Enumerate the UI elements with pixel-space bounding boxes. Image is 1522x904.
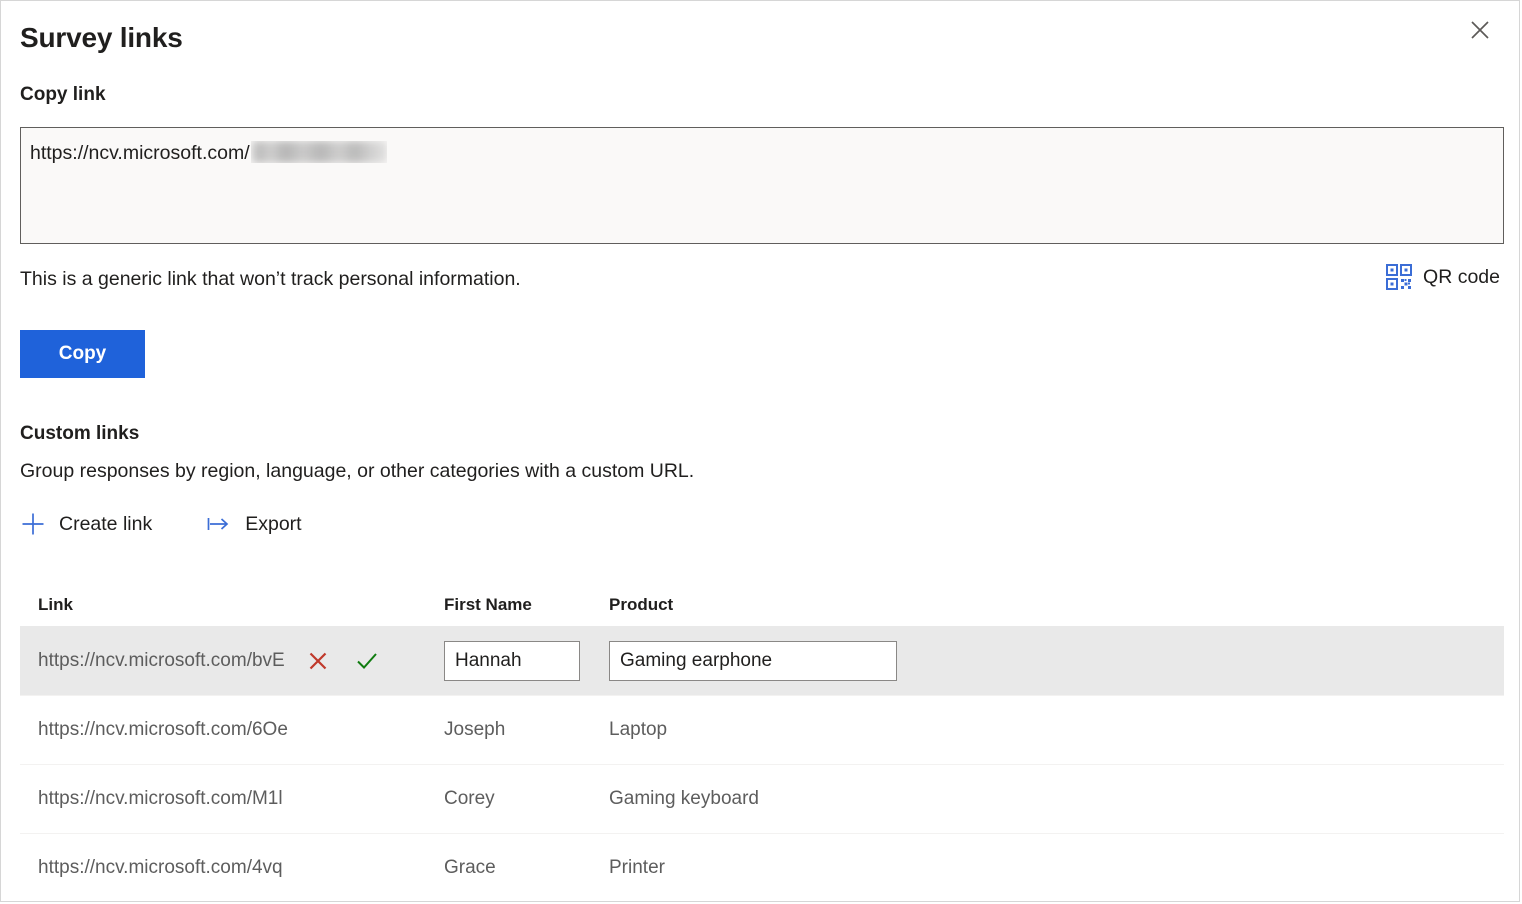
- cell-product: Gaming keyboard: [609, 788, 759, 809]
- cell-first-name: Corey: [444, 788, 495, 809]
- cell-product: Laptop: [609, 719, 668, 740]
- qr-code-label: QR code: [1423, 266, 1500, 288]
- generic-link-prefix: https://ncv.microsoft.com/: [30, 142, 250, 164]
- page-title: Survey links: [20, 22, 183, 53]
- cell-first-name: Joseph: [444, 719, 506, 740]
- table-header-row: Link First Name Product: [20, 584, 1504, 626]
- cancel-edit-button[interactable]: [306, 649, 330, 673]
- plus-icon: [22, 513, 44, 535]
- export-button[interactable]: Export: [206, 510, 302, 538]
- table-row[interactable]: https://ncv.microsoft.com/4vq Grace Prin…: [20, 833, 1504, 901]
- row-link-text: https://ncv.microsoft.com/4vq: [38, 857, 283, 878]
- first-name-input[interactable]: [444, 640, 580, 681]
- column-header-first-name[interactable]: First Name: [444, 594, 609, 616]
- export-arrow-icon: [207, 518, 229, 530]
- table-row[interactable]: https://ncv.microsoft.com/6Oe Joseph Lap…: [20, 695, 1504, 764]
- cell-product: [609, 640, 1504, 681]
- generic-link-note: This is a generic link that won’t track …: [20, 268, 521, 290]
- custom-links-description: Group responses by region, language, or …: [20, 460, 695, 482]
- check-icon: [357, 652, 377, 669]
- row-link-text: https://ncv.microsoft.com/bvE: [38, 649, 285, 671]
- table-row[interactable]: https://ncv.microsoft.com/M1l Corey Gami…: [20, 764, 1504, 833]
- column-header-link[interactable]: Link: [38, 594, 444, 616]
- close-icon[interactable]: [1463, 13, 1497, 47]
- cell-first-name: [444, 640, 609, 681]
- survey-links-panel: Survey links Copy link https://ncv.micro…: [0, 0, 1520, 902]
- cell-link: https://ncv.microsoft.com/6Oe: [38, 717, 444, 743]
- copy-button[interactable]: Copy: [20, 330, 145, 378]
- cell-link: https://ncv.microsoft.com/bvE: [38, 648, 444, 674]
- qr-code-icon: [1386, 264, 1413, 290]
- create-link-label: Create link: [59, 513, 153, 535]
- row-link-text: https://ncv.microsoft.com/M1l: [38, 788, 283, 809]
- cell-link: https://ncv.microsoft.com/M1l: [38, 786, 444, 812]
- redacted-link-suffix: [251, 141, 387, 163]
- cell-product: Printer: [609, 857, 665, 878]
- generic-link-textarea[interactable]: https://ncv.microsoft.com/: [20, 127, 1504, 244]
- row-link-text: https://ncv.microsoft.com/6Oe: [38, 719, 288, 740]
- custom-links-table: Link First Name Product https://ncv.micr…: [20, 584, 1504, 901]
- create-link-button[interactable]: Create link: [20, 510, 152, 538]
- export-label: Export: [245, 513, 302, 535]
- cell-link: https://ncv.microsoft.com/4vq: [38, 855, 444, 881]
- table-row[interactable]: https://ncv.microsoft.com/bvE: [20, 626, 1504, 695]
- command-bar: Create link Export: [20, 510, 302, 538]
- product-input[interactable]: [609, 640, 897, 681]
- cell-first-name: Grace: [444, 857, 496, 878]
- custom-links-heading: Custom links: [20, 423, 140, 444]
- generic-link-value: https://ncv.microsoft.com/: [30, 139, 387, 167]
- qr-code-button[interactable]: QR code: [1386, 263, 1500, 291]
- confirm-edit-button[interactable]: [355, 649, 379, 673]
- close-icon-glyph: [1471, 21, 1489, 39]
- column-header-product[interactable]: Product: [609, 594, 1504, 616]
- copy-link-label: Copy link: [20, 84, 106, 105]
- x-icon: [309, 652, 327, 669]
- row-edit-actions: [306, 649, 379, 673]
